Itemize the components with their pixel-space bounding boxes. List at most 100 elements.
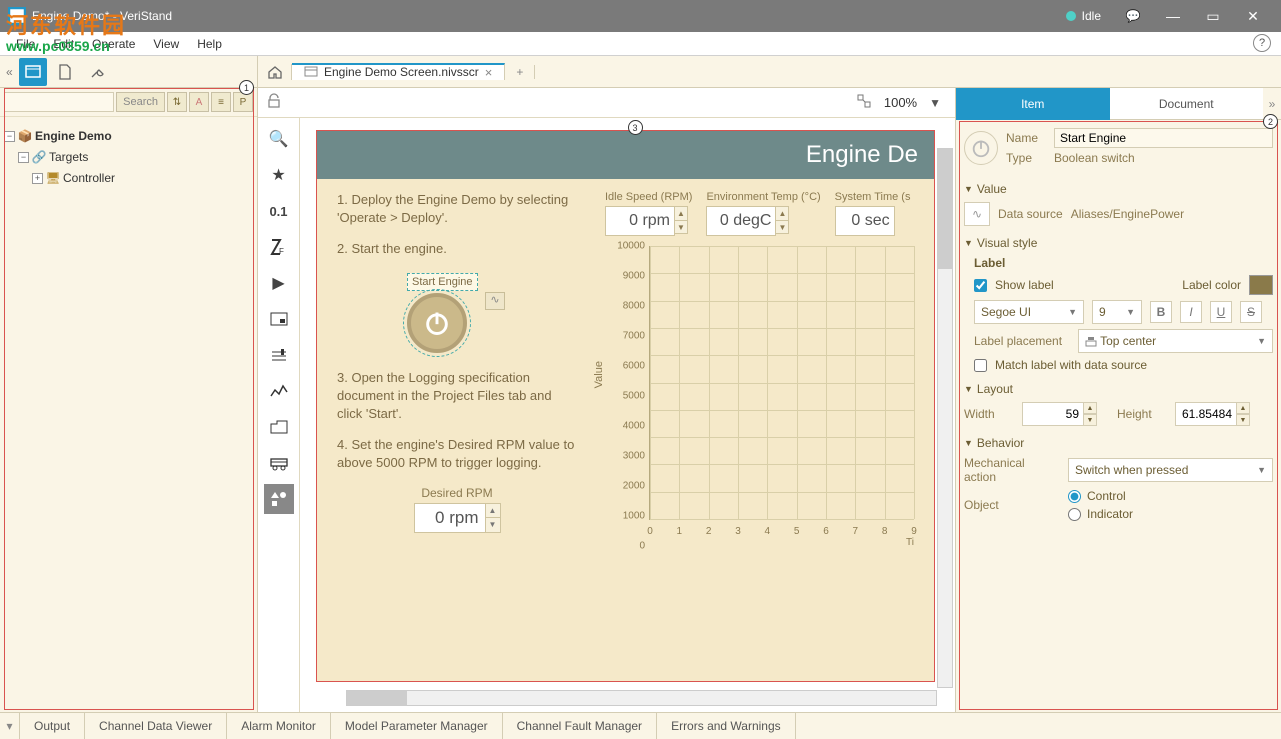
idle-speed-gauge: Idle Speed (RPM) ▲▼ — [605, 191, 692, 236]
tab-channel-fault-manager[interactable]: Channel Fault Manager — [503, 713, 657, 739]
bold-button[interactable]: B — [1150, 301, 1172, 323]
files-button[interactable] — [51, 58, 79, 86]
close-button[interactable]: ✕ — [1233, 4, 1273, 28]
container-tool-icon[interactable] — [264, 304, 294, 334]
svg-text:F: F — [279, 247, 284, 256]
menu-edit[interactable]: Edit — [45, 35, 82, 53]
section-value[interactable]: ▼Value — [964, 182, 1273, 196]
system-explorer-button[interactable] — [19, 58, 47, 86]
boolean-tool-icon[interactable]: F — [264, 232, 294, 262]
menu-bar: File Edit Operate View Help ? — [0, 32, 1281, 56]
star-tool-icon[interactable]: ★ — [264, 160, 294, 190]
home-tab[interactable] — [258, 64, 292, 80]
filter-alpha-icon[interactable]: A — [189, 92, 209, 112]
feedback-icon[interactable]: 💬 — [1113, 9, 1153, 23]
control-radio[interactable] — [1068, 490, 1081, 503]
height-input[interactable]: ▲▼ — [1175, 402, 1250, 426]
minimize-button[interactable]: — — [1153, 4, 1193, 28]
menu-file[interactable]: File — [8, 35, 43, 53]
menu-help[interactable]: Help — [189, 35, 230, 53]
type-value: Boolean switch — [1054, 151, 1135, 165]
signal-binding-icon[interactable]: ∿ — [485, 292, 505, 310]
filter-p-icon[interactable]: P — [233, 92, 253, 112]
bottom-expand-icon[interactable]: ▾ — [0, 713, 20, 739]
canvas-hscroll[interactable] — [346, 690, 937, 706]
filter-tree-icon[interactable]: ⇅ — [167, 92, 187, 112]
tool-tray: 🔍 ★ 0.1 F ▶ — [258, 118, 300, 712]
font-select[interactable]: Segoe UI▼ — [974, 300, 1084, 324]
strike-button[interactable]: S — [1240, 301, 1262, 323]
tab-alarm-monitor[interactable]: Alarm Monitor — [227, 713, 331, 739]
play-tool-icon[interactable]: ▶ — [264, 268, 294, 298]
maximize-button[interactable]: ▭ — [1193, 4, 1233, 28]
search-tool-icon[interactable]: 🔍 — [264, 124, 294, 154]
status-idle: Idle — [1066, 9, 1101, 23]
idle-dot-icon — [1066, 11, 1076, 21]
menu-view[interactable]: View — [145, 35, 187, 53]
name-input[interactable] — [1054, 128, 1273, 148]
menu-operate[interactable]: Operate — [84, 35, 143, 53]
numeric-tool-icon[interactable]: 0.1 — [264, 196, 294, 226]
spin-up-icon[interactable]: ▲ — [486, 504, 500, 518]
mech-action-select[interactable]: Switch when pressed▼ — [1068, 458, 1273, 482]
italic-button[interactable]: I — [1180, 301, 1202, 323]
system-time-gauge: System Time (s — [835, 191, 911, 236]
desired-rpm-input[interactable]: ▲▼ — [414, 503, 501, 533]
lock-icon[interactable] — [266, 93, 282, 112]
tab-output[interactable]: Output — [20, 713, 85, 739]
slider-tool-icon[interactable] — [264, 340, 294, 370]
placement-select[interactable]: Top center ▼ — [1078, 329, 1273, 353]
help-icon[interactable]: ? — [1253, 34, 1271, 52]
tab-errors-warnings[interactable]: Errors and Warnings — [657, 713, 796, 739]
width-input[interactable]: ▲▼ — [1022, 402, 1097, 426]
graph-tool-icon[interactable] — [264, 376, 294, 406]
zoom-dropdown-icon[interactable]: ▼ — [923, 94, 947, 112]
tree-controller[interactable]: + 🖥 Controller — [4, 170, 253, 186]
canvas-toolbar: 100% ▼ — [258, 88, 955, 118]
font-size-select[interactable]: 9▼ — [1092, 300, 1142, 324]
tab-document[interactable]: Document — [1110, 88, 1264, 120]
app-icon — [8, 7, 26, 25]
section-layout[interactable]: ▼Layout — [964, 382, 1273, 396]
search-button[interactable]: Search — [116, 92, 165, 112]
show-label-checkbox[interactable] — [974, 279, 987, 292]
design-canvas[interactable]: 3 Engine De 1. Deploy the Engine Demo by… — [300, 118, 955, 712]
close-tab-icon[interactable]: × — [485, 65, 493, 80]
tree-targets[interactable]: − 🔗 Targets — [4, 149, 253, 165]
section-visual[interactable]: ▼Visual style — [964, 236, 1273, 250]
collapse-left-icon[interactable]: « — [4, 65, 15, 79]
targets-icon: 🔗 — [32, 150, 46, 164]
fit-button[interactable] — [850, 91, 878, 114]
tab-tool-icon[interactable] — [264, 412, 294, 442]
tab-channel-data-viewer[interactable]: Channel Data Viewer — [85, 713, 227, 739]
underline-button[interactable]: U — [1210, 301, 1232, 323]
add-tab-button[interactable]: + — [505, 65, 535, 79]
tab-model-param-manager[interactable]: Model Parameter Manager — [331, 713, 503, 739]
left-panel: 1 Search ⇅ A ≡ P − 📦 Engine Demo − 🔗 Tar… — [0, 88, 258, 712]
label-color-well[interactable] — [1249, 275, 1273, 295]
search-row: Search ⇅ A ≡ P — [0, 88, 257, 117]
search-input[interactable] — [4, 92, 114, 112]
spin-down-icon[interactable]: ▼ — [486, 518, 500, 532]
expand-icon[interactable]: − — [4, 131, 15, 142]
tree-root[interactable]: − 📦 Engine Demo — [4, 128, 253, 144]
match-label-checkbox[interactable] — [974, 359, 987, 372]
power-icon — [423, 309, 451, 337]
window-title: Engine Demo* - VeriStand — [32, 9, 1066, 23]
section-behavior[interactable]: ▼Behavior — [964, 436, 1273, 450]
screen-tab-label: Engine Demo Screen.nivsscr — [324, 65, 479, 79]
top-toolbar: « Engine Demo Screen.nivsscr × + — [0, 56, 1281, 88]
start-engine-button[interactable] — [407, 293, 467, 353]
filter-list-icon[interactable]: ≡ — [211, 92, 231, 112]
tab-item[interactable]: Item — [956, 88, 1110, 120]
canvas-vscroll[interactable] — [937, 148, 953, 688]
screen-tab[interactable]: Engine Demo Screen.nivsscr × — [292, 63, 505, 80]
datasource-icon[interactable]: ∿ — [964, 202, 990, 226]
vehicle-tool-icon[interactable] — [264, 448, 294, 478]
expand-icon[interactable]: + — [32, 173, 43, 184]
expand-icon[interactable]: − — [18, 152, 29, 163]
tools-button[interactable] — [83, 58, 111, 86]
indicator-radio[interactable] — [1068, 508, 1081, 521]
title-bar: Engine Demo* - VeriStand Idle 💬 — ▭ ✕ — [0, 0, 1281, 32]
shapes-tool-icon[interactable] — [264, 484, 294, 514]
